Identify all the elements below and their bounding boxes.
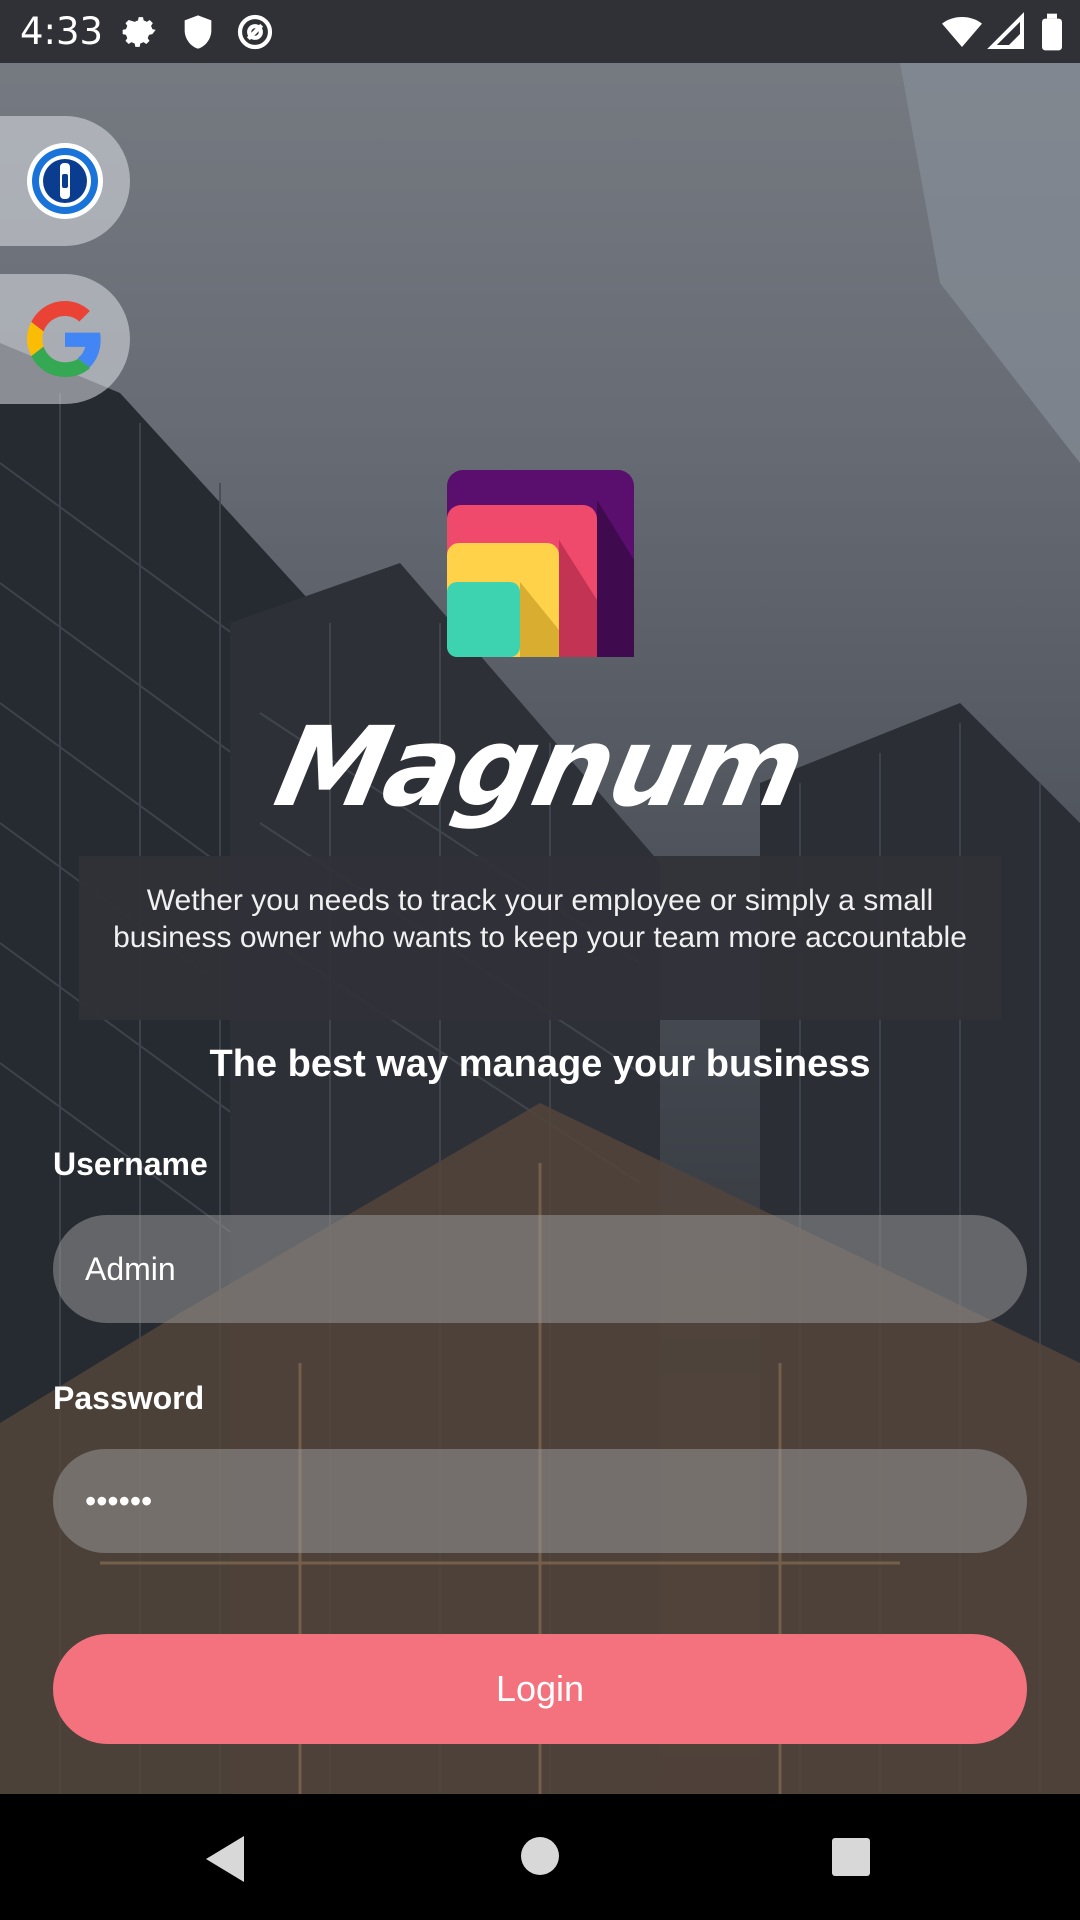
google-button[interactable]: [0, 274, 130, 404]
password-input[interactable]: ••••••: [53, 1449, 1027, 1553]
login-button-label: Login: [495, 1668, 585, 1709]
password-label: Password: [53, 1380, 205, 1416]
at-sign-icon: [237, 14, 273, 50]
back-icon[interactable]: [202, 1834, 248, 1884]
gear-icon: [122, 17, 156, 47]
recents-icon[interactable]: [831, 1837, 871, 1877]
battery-icon: [1042, 13, 1062, 51]
password-value: ••••••: [85, 1482, 153, 1519]
signal-icon: [987, 12, 1024, 49]
password-manager-button[interactable]: [0, 116, 130, 246]
username-input[interactable]: Admin: [53, 1215, 1027, 1323]
username-value: Admin: [85, 1250, 176, 1287]
login-button[interactable]: Login: [53, 1634, 1027, 1744]
brand-name: Magnum: [265, 703, 815, 831]
login-screen: Magnum Wether you needs to track your em…: [0, 63, 1080, 1794]
description-box: Wether you needs to track your employee …: [79, 856, 1001, 1020]
password-manager-icon: [27, 143, 103, 219]
description-text: Wether you needs to track your employee …: [113, 884, 967, 954]
shield-icon: [184, 15, 212, 49]
home-icon[interactable]: [520, 1836, 560, 1876]
status-bar: 4:33: [0, 0, 1080, 63]
username-label: Username: [53, 1146, 208, 1182]
app-logo-icon: [447, 470, 634, 657]
tagline: The best way manage your business: [209, 1043, 871, 1085]
google-icon: [27, 301, 101, 377]
wifi-icon: [942, 17, 982, 47]
navigation-bar: [0, 1794, 1080, 1920]
status-time: 4:33: [20, 10, 104, 53]
